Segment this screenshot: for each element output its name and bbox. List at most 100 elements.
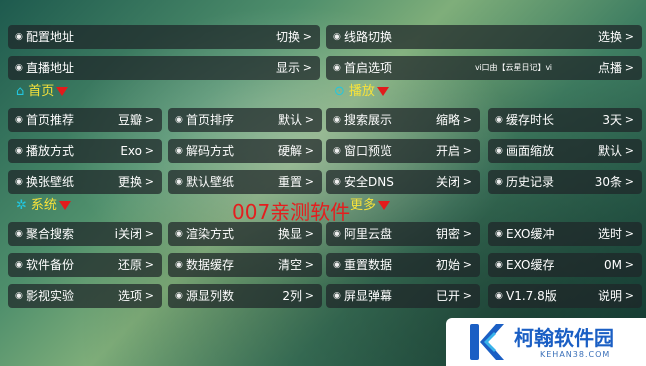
bullet-icon: ◉ [175, 146, 183, 156]
section-more: 更多 [350, 196, 391, 216]
bullet-icon: ◉ [15, 229, 23, 239]
bullet-icon: ◉ [333, 177, 341, 187]
row-7: ◉ 软件备份 还原 > ◉ 数据缓存 清空 > ◉ 重置数据 初始 > ◉ EX… [8, 253, 642, 277]
bullet-icon: ◉ [333, 146, 341, 156]
bullet-icon: ◉ [495, 177, 503, 187]
bullet-icon: ◉ [175, 177, 183, 187]
chevron-right-icon: > [624, 175, 634, 188]
chevron-right-icon: > [144, 289, 154, 302]
bullet-icon: ◉ [175, 229, 183, 239]
exo-buffer-button[interactable]: ◉ EXO缓冲 选时 > [488, 222, 642, 246]
bullet-icon: ◉ [175, 291, 183, 301]
chevron-right-icon: > [462, 258, 472, 271]
row-1: ◉ 配置地址 切换 > ◉ 线路切换 选换 > [8, 25, 642, 49]
chevron-right-icon: > [304, 227, 314, 240]
chevron-right-icon: > [624, 258, 634, 271]
chevron-right-icon: > [304, 144, 314, 157]
chevron-right-icon: > [624, 144, 634, 157]
section-home: ⌂ 首页 [16, 82, 69, 102]
software-backup-button[interactable]: ◉ 软件备份 还原 > [8, 253, 162, 277]
decode-mode-button[interactable]: ◉ 解码方式 硬解 > [168, 139, 322, 163]
red-down-triangle-icon [56, 87, 69, 96]
cache-duration-button[interactable]: ◉ 缓存时长 3天 > [488, 108, 642, 132]
aggregate-search-button[interactable]: ◉ 聚合搜索 ⅰ关闭 > [8, 222, 162, 246]
chevron-right-icon: > [462, 289, 472, 302]
history-button[interactable]: ◉ 历史记录 30条 > [488, 170, 642, 194]
danmaku-button[interactable]: ◉ 屏显弹幕 已开 > [326, 284, 480, 308]
reset-data-button[interactable]: ◉ 重置数据 初始 > [326, 253, 480, 277]
chevron-right-icon: > [624, 289, 634, 302]
bullet-icon: ◉ [333, 229, 341, 239]
screen-scale-button[interactable]: ◉ 画面缩放 默认 > [488, 139, 642, 163]
bullet-icon: ◉ [15, 63, 23, 73]
section-play: ⊙ 播放 [334, 82, 389, 102]
watermark-text: 007亲测软件 [232, 200, 351, 224]
home-sort-button[interactable]: ◉ 首页排序 默认 > [168, 108, 322, 132]
window-preview-button[interactable]: ◉ 窗口预览 开启 > [326, 139, 480, 163]
video-lab-button[interactable]: ◉ 影视实验 选项 > [8, 284, 162, 308]
row-4: ◉ 播放方式 Exo > ◉ 解码方式 硬解 > ◉ 窗口预览 开启 > ◉ 画… [8, 139, 642, 163]
chevron-right-icon: > [462, 227, 472, 240]
bullet-icon: ◉ [333, 260, 341, 270]
row-6: ◉ 聚合搜索 ⅰ关闭 > ◉ 渲染方式 换显 > ◉ 阿里云盘 钥密 > ◉ E… [8, 222, 642, 246]
startup-option-button[interactable]: ◉ 首启选项 ⅵ口由【云星日记】ⅵ 点播 > [326, 56, 642, 80]
data-cache-button[interactable]: ◉ 数据缓存 清空 > [168, 253, 322, 277]
row-5: ◉ 换张壁纸 更换 > ◉ 默认壁纸 重置 > ◉ 安全DNS 关闭 > ◉ 历… [8, 170, 642, 194]
exo-cache-button[interactable]: ◉ EXO缓存 0M > [488, 253, 642, 277]
home-recommend-button[interactable]: ◉ 首页推荐 豆瓣 > [8, 108, 162, 132]
section-system: ✲ 系统 [16, 196, 71, 216]
config-address-button[interactable]: ◉ 配置地址 切换 > [8, 25, 320, 49]
red-down-triangle-icon [376, 87, 389, 96]
row-2: ◉ 直播地址 显示 > ◉ 首启选项 ⅵ口由【云星日记】ⅵ 点播 > [8, 56, 642, 80]
logo-name: 柯翰软件园 [514, 326, 614, 350]
aliyun-drive-button[interactable]: ◉ 阿里云盘 钥密 > [326, 222, 480, 246]
home-icon: ⌂ [16, 84, 25, 99]
route-switch-button[interactable]: ◉ 线路切换 选换 > [326, 25, 642, 49]
chevron-right-icon: > [624, 113, 634, 126]
site-logo: 柯翰软件园 KEHAN38.COM [446, 318, 646, 366]
bullet-icon: ◉ [15, 260, 23, 270]
chevron-right-icon: > [304, 289, 314, 302]
source-columns-button[interactable]: ◉ 源显列数 2列 > [168, 284, 322, 308]
red-down-triangle-icon [378, 201, 391, 210]
chevron-right-icon: > [462, 113, 472, 126]
bullet-icon: ◉ [15, 32, 23, 42]
chevron-right-icon: > [144, 175, 154, 188]
live-address-button[interactable]: ◉ 直播地址 显示 > [8, 56, 320, 80]
bullet-icon: ◉ [15, 115, 23, 125]
chevron-right-icon: > [304, 258, 314, 271]
default-wallpaper-button[interactable]: ◉ 默认壁纸 重置 > [168, 170, 322, 194]
bullet-icon: ◉ [333, 63, 341, 73]
chevron-right-icon: > [302, 30, 312, 43]
render-mode-button[interactable]: ◉ 渲染方式 换显 > [168, 222, 322, 246]
bullet-icon: ◉ [495, 291, 503, 301]
bullet-icon: ◉ [333, 291, 341, 301]
bullet-icon: ◉ [333, 32, 341, 42]
logo-domain: KEHAN38.COM [540, 350, 611, 359]
bullet-icon: ◉ [15, 177, 23, 187]
bullet-icon: ◉ [495, 260, 503, 270]
startup-note: ⅵ口由【云星日记】ⅵ [475, 63, 552, 72]
chevron-right-icon: > [462, 144, 472, 157]
chevron-right-icon: > [144, 144, 154, 157]
bullet-icon: ◉ [15, 146, 23, 156]
chevron-right-icon: > [462, 175, 472, 188]
chevron-right-icon: > [144, 258, 154, 271]
bullet-icon: ◉ [495, 146, 503, 156]
chevron-right-icon: > [144, 113, 154, 126]
play-mode-button[interactable]: ◉ 播放方式 Exo > [8, 139, 162, 163]
row-3: ◉ 首页推荐 豆瓣 > ◉ 首页排序 默认 > ◉ 搜索展示 缩略 > ◉ 缓存… [8, 108, 642, 132]
version-button[interactable]: ◉ V1.7.8版 说明 > [488, 284, 642, 308]
secure-dns-button[interactable]: ◉ 安全DNS 关闭 > [326, 170, 480, 194]
bullet-icon: ◉ [495, 115, 503, 125]
play-circle-icon: ⊙ [334, 84, 345, 99]
bullet-icon: ◉ [15, 291, 23, 301]
chevron-right-icon: > [624, 30, 634, 43]
search-display-button[interactable]: ◉ 搜索展示 缩略 > [326, 108, 480, 132]
chevron-right-icon: > [624, 227, 634, 240]
chevron-right-icon: > [304, 113, 314, 126]
bullet-icon: ◉ [495, 229, 503, 239]
red-down-triangle-icon [58, 201, 71, 210]
change-wallpaper-button[interactable]: ◉ 换张壁纸 更换 > [8, 170, 162, 194]
row-8: ◉ 影视实验 选项 > ◉ 源显列数 2列 > ◉ 屏显弹幕 已开 > ◉ V1… [8, 284, 642, 308]
